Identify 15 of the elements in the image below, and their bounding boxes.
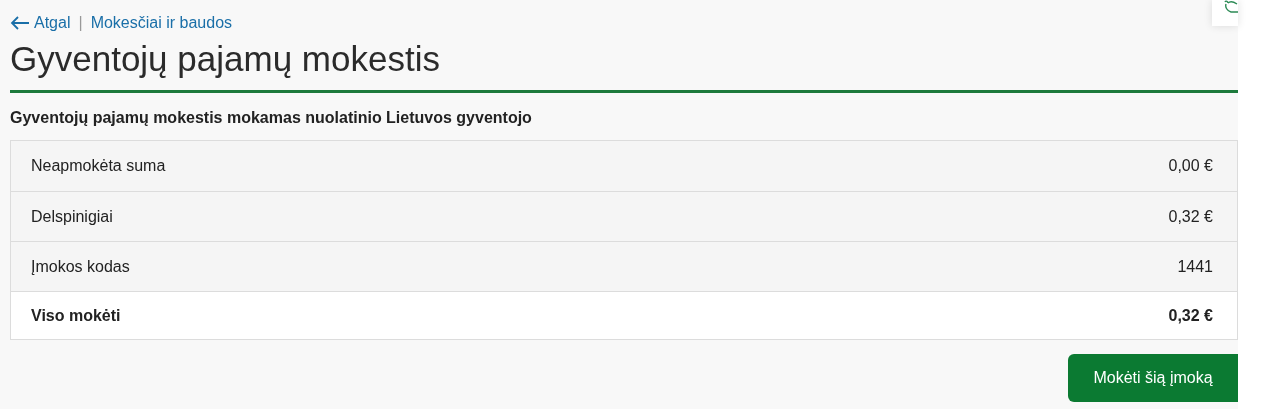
row-label: Neapmokėta suma (31, 156, 166, 176)
row-value: 1441 (1177, 256, 1214, 277)
row-value: 0,00 € (1168, 156, 1214, 176)
breadcrumb-link[interactable]: Mokesčiai ir baudos (90, 11, 233, 35)
row-label: Įmokos kodas (31, 256, 130, 277)
back-link[interactable]: Atgal (10, 11, 71, 35)
row-value: 0,32 € (1168, 206, 1214, 227)
row-label: Delspinigiai (31, 206, 113, 227)
row-value: 0,32 € (1168, 305, 1214, 326)
pay-button[interactable]: Mokėti šią įmoką (1068, 354, 1238, 402)
row-label: Viso mokėti (31, 305, 121, 326)
arrow-left-icon (10, 16, 30, 30)
breadcrumb-separator: | (78, 13, 83, 33)
section-heading: Gyventojų pajamų mokestis mokamas nuolatinio Lietuvos gyventojo (10, 108, 533, 128)
page-title: Gyventojų pajamų mokestis (10, 38, 441, 80)
